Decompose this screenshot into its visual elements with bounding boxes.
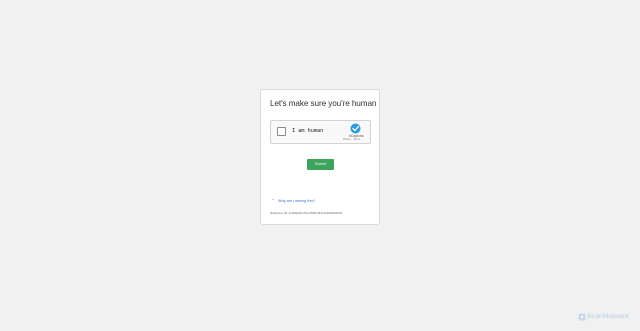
scanmalware-logo-text: ScanMalware	[587, 313, 629, 320]
page: Let's make sure you're human I am human …	[0, 0, 640, 331]
captcha-links: Privacy Terms	[343, 138, 362, 141]
why-seeing-this-link[interactable]: ⌃ Why am I seeing this?	[271, 198, 315, 203]
chevron-up-icon: ⌃	[271, 199, 275, 203]
captcha-widget[interactable]: I am human hCaptcha Privacy Terms	[270, 120, 371, 144]
page-title: Let's make sure you're human	[270, 99, 377, 108]
verification-card: Let's make sure you're human I am human …	[260, 89, 380, 225]
terms-link[interactable]: Terms	[353, 138, 360, 141]
privacy-link[interactable]: Privacy	[343, 138, 351, 141]
scanmalware-logo-icon	[578, 313, 586, 320]
reference-id: Reference ID: 4e3d6dd8-c7ba-4530-9fca-61…	[270, 211, 342, 215]
submit-button[interactable]: Submit	[307, 159, 334, 170]
captcha-label: I am human	[292, 128, 324, 134]
hcaptcha-logo-icon	[350, 123, 361, 134]
captcha-checkbox[interactable]	[277, 127, 286, 136]
why-seeing-this-label: Why am I seeing this?	[278, 199, 316, 203]
scanmalware-logo: ScanMalware	[578, 312, 629, 321]
